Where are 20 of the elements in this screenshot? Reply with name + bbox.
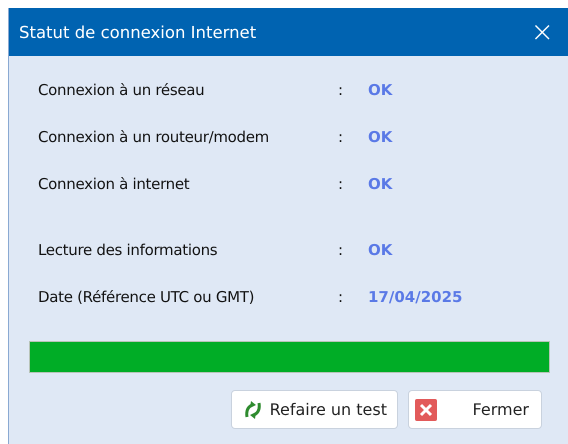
retry-button[interactable]: Refaire un test	[230, 390, 398, 429]
separator: :	[338, 174, 344, 192]
status-label: Connexion à un réseau	[38, 80, 206, 98]
status-label: Lecture des informations	[38, 240, 218, 258]
close-button[interactable]: ×	[530, 18, 554, 46]
status-label: Connexion à internet	[38, 174, 190, 192]
status-label: Connexion à un routeur/modem	[38, 128, 270, 146]
status-value: OK	[368, 240, 392, 258]
separator: :	[338, 240, 344, 258]
window-title: Statut de connexion Internet	[19, 22, 256, 42]
close-button[interactable]: Fermer	[408, 390, 542, 429]
status-value: OK	[368, 128, 392, 146]
separator: :	[338, 80, 344, 98]
separator: :	[338, 288, 344, 306]
separator: :	[338, 128, 344, 146]
status-value: OK	[368, 80, 392, 98]
status-value: 17/04/2025	[368, 288, 462, 306]
status-label: Date (Référence UTC ou GMT)	[38, 288, 256, 306]
status-value: OK	[368, 174, 392, 192]
close-icon	[415, 398, 437, 420]
